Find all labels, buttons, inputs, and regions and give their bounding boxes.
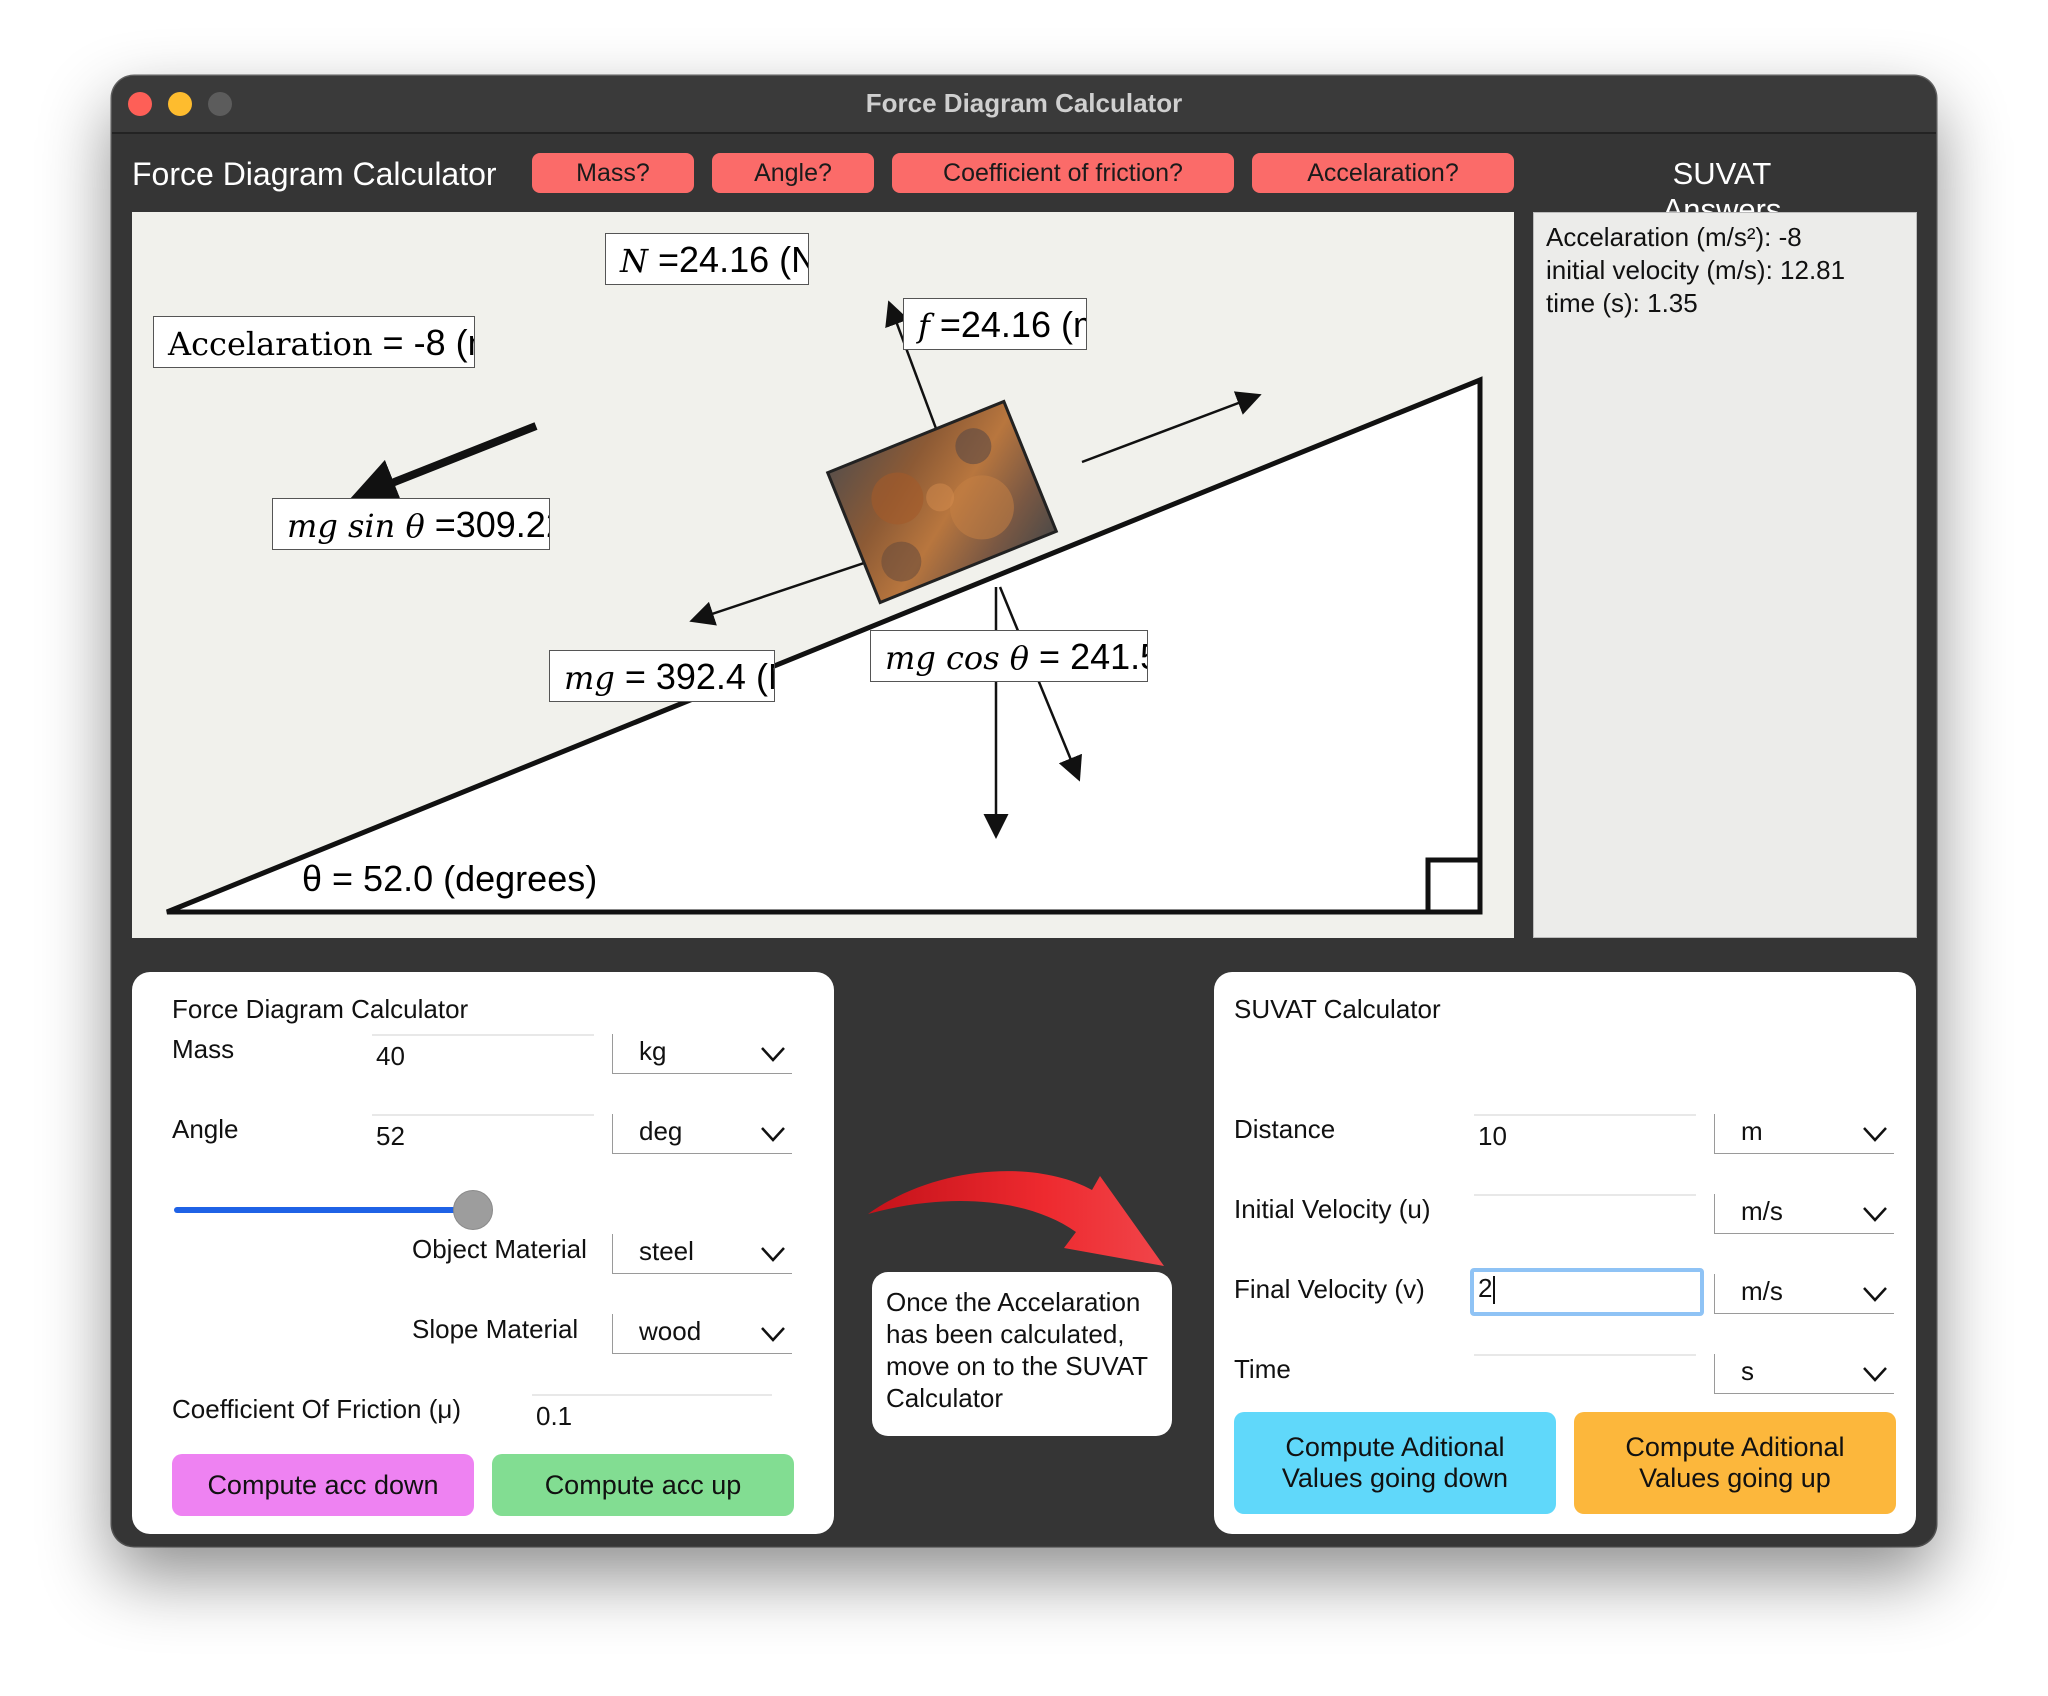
final-velocity-input[interactable]: 2	[1470, 1268, 1704, 1316]
final-velocity-label: Final Velocity (v)	[1234, 1274, 1425, 1304]
time-unit-value: s	[1741, 1356, 1754, 1386]
final-velocity-unit-value: m/s	[1741, 1276, 1783, 1306]
acceleration-equals: =	[372, 322, 414, 363]
slope-material-label: Slope Material	[412, 1314, 579, 1344]
friction-question-button[interactable]: Coefficient of friction?	[892, 153, 1234, 193]
mg-sin-label: mg sin θ =309.22 (N)	[272, 498, 550, 550]
angle-label-input: Angle	[172, 1114, 239, 1144]
friction-equals: =	[929, 304, 961, 345]
app-title: Force Diagram Calculator	[132, 156, 497, 192]
acceleration-symbol: Accelaration	[168, 325, 373, 363]
normal-force-label: N =24.16 (N)	[605, 233, 809, 285]
compute-acc-down-button[interactable]: Compute acc down	[172, 1454, 474, 1516]
friction-symbol: f	[918, 307, 930, 345]
weight-label: mg = 392.4 (N)	[549, 650, 775, 702]
normal-value: 24.16 (N)	[679, 239, 808, 280]
force-panel-title: Force Diagram Calculator	[172, 994, 469, 1024]
compute-values-up-button[interactable]: Compute Aditional Values going up	[1574, 1412, 1896, 1514]
chevron-down-icon	[761, 1327, 785, 1342]
initial-velocity-unit-select[interactable]: m/s	[1714, 1194, 1894, 1234]
object-material-label: Object Material	[412, 1234, 587, 1264]
mg-sin-equals: =	[424, 504, 456, 545]
angle-question-button[interactable]: Angle?	[712, 153, 874, 193]
slope-material-value: wood	[639, 1316, 702, 1346]
time-label: Time	[1234, 1354, 1291, 1384]
friction-value: 24.16 (m/s	[960, 304, 1086, 345]
window-title: Force Diagram Calculator	[865, 88, 1183, 118]
normal-equals: =	[648, 239, 680, 280]
suvat-calculator-panel: SUVAT Calculator Distance 10 m Initial V…	[1214, 972, 1916, 1534]
mg-cos-label: mg cos θ = 241.59 (N)	[870, 630, 1148, 682]
final-velocity-value: 2	[1478, 1273, 1493, 1303]
answer-time: time (s): 1.35	[1546, 288, 1698, 318]
mg-cos-value: 241.59 (N)	[1070, 636, 1147, 677]
mass-label: Mass	[172, 1034, 235, 1064]
acceleration-question-button[interactable]: Accelaration?	[1252, 153, 1514, 193]
angle-unit-value: deg	[639, 1116, 683, 1146]
time-input[interactable]	[1474, 1354, 1696, 1392]
weight-symbol: mg	[564, 659, 615, 697]
object-material-value: steel	[639, 1236, 694, 1266]
angle-value: = 52.0 (degrees)	[322, 858, 598, 899]
mg-cos-symbol: mg cos θ	[885, 639, 1030, 677]
weight-equals: =	[614, 656, 656, 697]
mass-unit-value: kg	[639, 1036, 667, 1066]
friction-coefficient-label: Coefficient Of Friction (μ)	[172, 1394, 462, 1424]
slider-track	[174, 1207, 473, 1213]
curved-arrow-icon	[868, 1171, 1164, 1266]
chevron-down-icon	[761, 1047, 785, 1062]
acceleration-value: -8 (m/s²)	[413, 322, 474, 363]
mass-question-button[interactable]: Mass?	[532, 153, 694, 193]
initial-velocity-input[interactable]	[1474, 1194, 1696, 1232]
mass-input[interactable]: 40	[372, 1034, 594, 1072]
theta-symbol: θ	[302, 858, 323, 899]
compute-values-down-button[interactable]: Compute Aditional Values going down	[1234, 1412, 1556, 1514]
angle-input[interactable]: 52	[372, 1114, 594, 1152]
distance-unit-select[interactable]: m	[1714, 1114, 1894, 1154]
weight-value: 392.4 (N)	[655, 656, 774, 697]
initial-velocity-label: Initial Velocity (u)	[1234, 1194, 1431, 1224]
force-diagram: N =24.16 (N) f =24.16 (m/s Accelaration …	[132, 212, 1514, 938]
friction-arrow	[1081, 391, 1262, 464]
suvat-answers-panel: Accelaration (m/s²): -8 initial velocity…	[1533, 212, 1917, 938]
suvat-panel-title: SUVAT Calculator	[1234, 994, 1441, 1024]
chevron-down-icon	[761, 1127, 785, 1142]
app-window: Force Diagram Calculator Force Diagram C…	[112, 76, 1936, 1546]
chevron-down-icon	[1863, 1367, 1887, 1382]
title-bar[interactable]: Force Diagram Calculator	[112, 76, 1936, 134]
initial-velocity-unit-value: m/s	[1741, 1196, 1783, 1226]
time-unit-select[interactable]: s	[1714, 1354, 1894, 1394]
object-material-select[interactable]: steel	[612, 1234, 792, 1274]
distance-unit-value: m	[1741, 1116, 1763, 1146]
answer-acceleration: Accelaration (m/s²): -8	[1546, 222, 1802, 252]
chevron-down-icon	[761, 1247, 785, 1262]
final-velocity-unit-select[interactable]: m/s	[1714, 1274, 1894, 1314]
slider-knob[interactable]	[453, 1190, 493, 1230]
angle-label: θ = 52.0 (degrees)	[302, 858, 597, 900]
compute-acc-up-button[interactable]: Compute acc up	[492, 1454, 794, 1516]
distance-input[interactable]: 10	[1474, 1114, 1696, 1152]
chevron-down-icon	[1863, 1207, 1887, 1222]
angle-slider[interactable]	[174, 1188, 542, 1232]
friction-coefficient-input[interactable]: 0.1	[532, 1394, 772, 1432]
distance-label: Distance	[1234, 1114, 1336, 1144]
acceleration-label: Accelaration = -8 (m/s²)	[153, 316, 475, 368]
mg-sin-symbol: mg sin θ	[287, 507, 425, 545]
chevron-down-icon	[1863, 1287, 1887, 1302]
angle-unit-select[interactable]: deg	[612, 1114, 792, 1154]
chevron-down-icon	[1863, 1127, 1887, 1142]
slope-material-select[interactable]: wood	[612, 1314, 792, 1354]
mass-unit-select[interactable]: kg	[612, 1034, 792, 1074]
acceleration-arrow	[349, 422, 538, 505]
answer-initial-velocity: initial velocity (m/s): 12.81	[1546, 255, 1846, 285]
mg-cos-equals: =	[1029, 636, 1071, 677]
friction-force-label: f =24.16 (m/s	[903, 298, 1087, 350]
hint-note: Once the Accelaration has been calculate…	[872, 1272, 1172, 1436]
text-cursor	[1493, 1276, 1496, 1305]
slope-triangle	[166, 376, 1483, 915]
normal-symbol: N	[620, 242, 648, 280]
force-calculator-panel: Force Diagram Calculator Mass 40 kg Angl…	[132, 972, 834, 1534]
mg-sin-value: 309.22 (N)	[455, 504, 549, 545]
